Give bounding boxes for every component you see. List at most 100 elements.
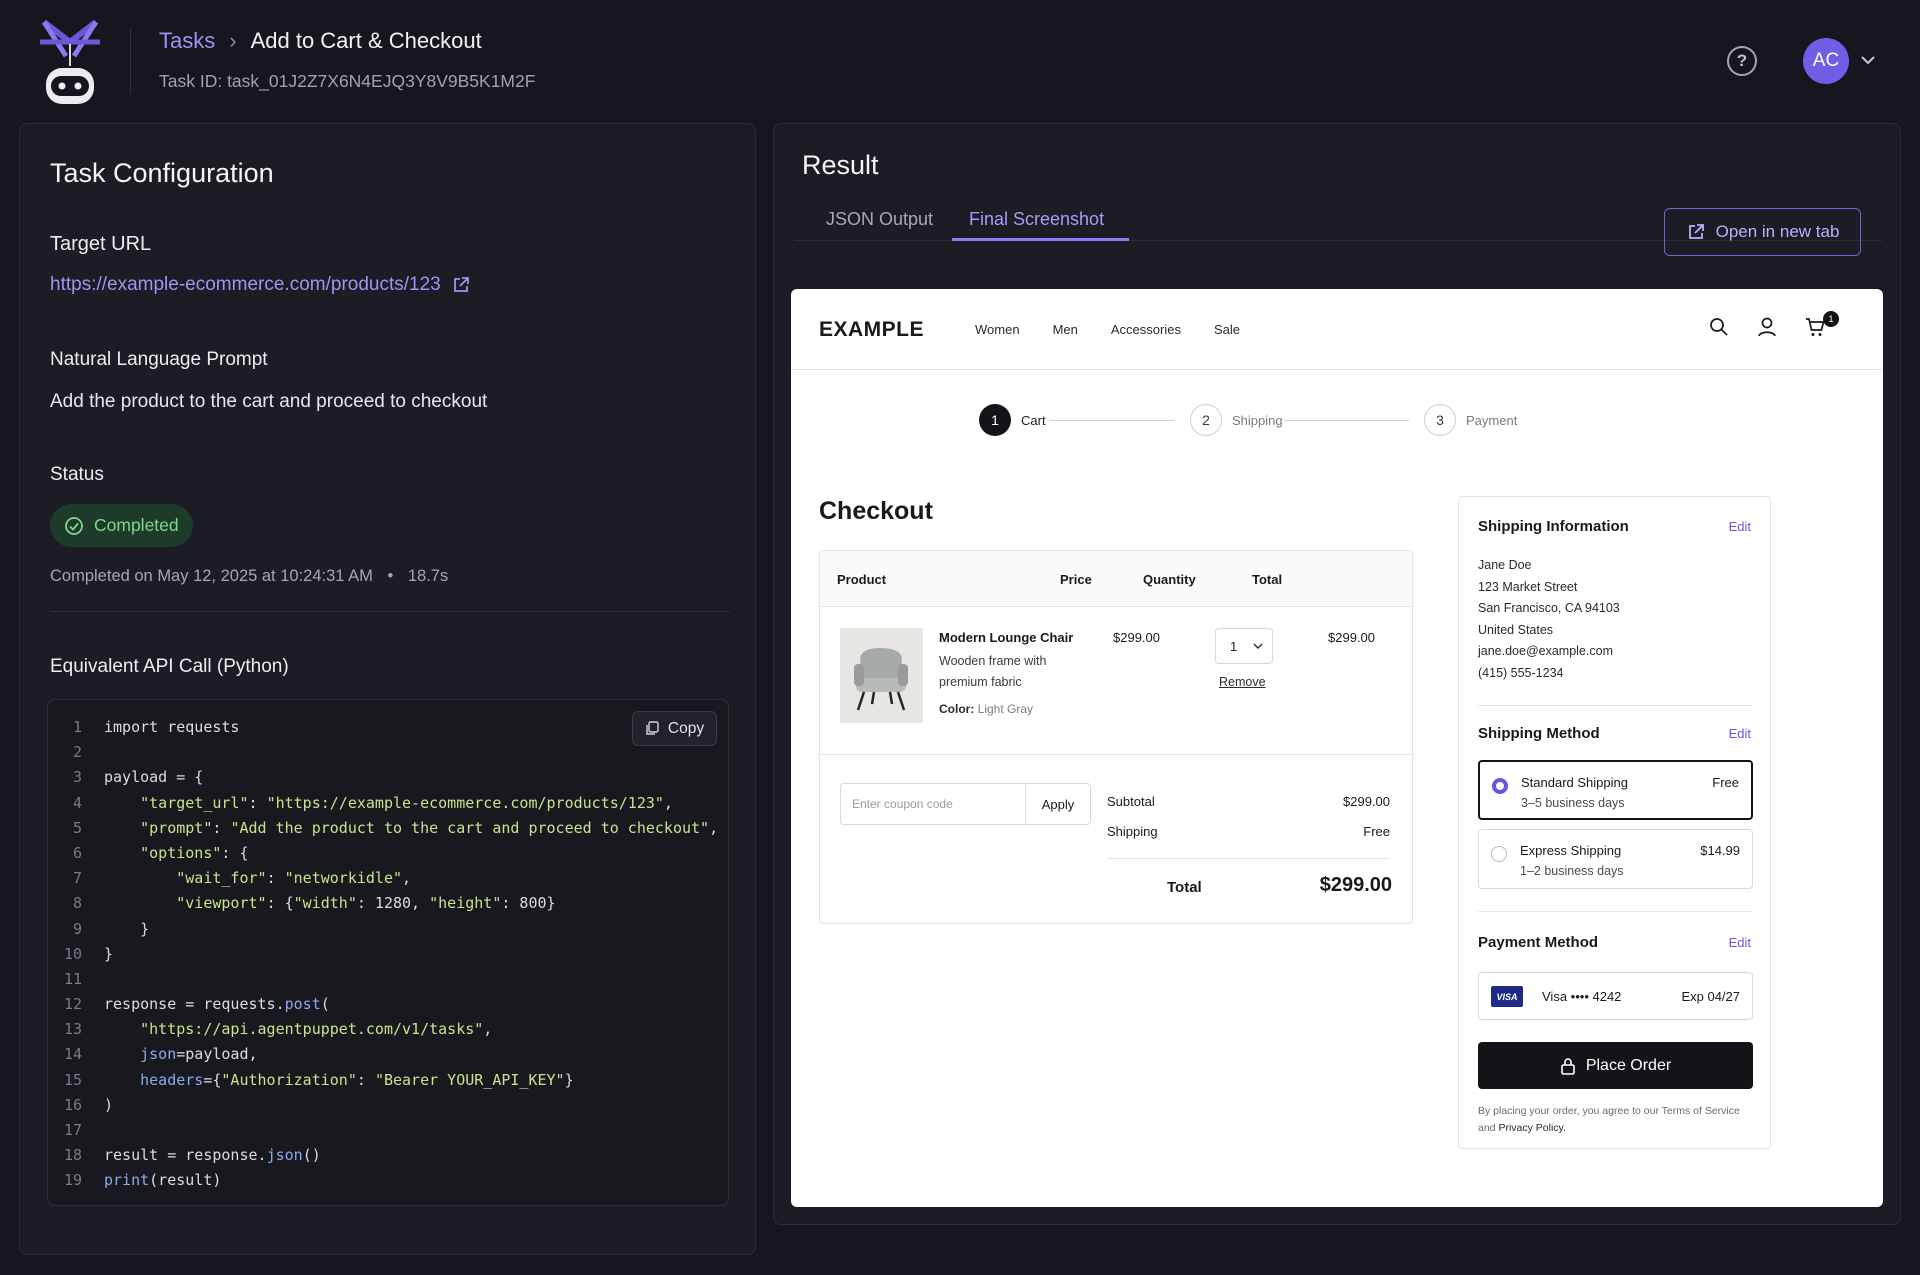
product-thumbnail[interactable] — [840, 628, 923, 723]
apply-coupon-button[interactable]: Apply — [1025, 783, 1091, 825]
radio-selected[interactable] — [1492, 778, 1508, 794]
external-link-icon — [1688, 224, 1704, 239]
code-line: 19 print(result) — [48, 1168, 728, 1193]
code-line: 5 "prompt": "Add the product to the cart… — [48, 816, 728, 841]
coupon-input[interactable]: Enter coupon code — [840, 783, 1025, 825]
line-number: 4 — [72, 793, 82, 812]
code-text: import requests — [104, 718, 240, 736]
address-email: jane.doe@example.com — [1478, 644, 1613, 658]
visa-icon: VISA — [1491, 986, 1523, 1007]
total-label: Total — [1167, 879, 1202, 896]
sidebar-divider — [1478, 911, 1753, 912]
status-label: Status — [50, 464, 104, 485]
task-id: Task ID: task_01J2Z7X6N4EJQ3Y8V9B5K1M2F — [159, 71, 536, 91]
code-line: 16) — [48, 1093, 728, 1118]
tab-final-screenshot[interactable]: Final Screenshot — [969, 209, 1104, 230]
express-shipping-time: 1–2 business days — [1520, 864, 1624, 878]
external-link-icon[interactable] — [451, 275, 471, 295]
chevron-down-icon — [1253, 643, 1263, 649]
nav-women[interactable]: Women — [975, 322, 1020, 337]
completed-timestamp: Completed on May 12, 2025 at 10:24:31 AM — [50, 567, 373, 585]
copy-icon — [646, 721, 659, 735]
place-order-button[interactable]: Place Order — [1478, 1042, 1753, 1089]
line-number: 2 — [72, 743, 82, 762]
robot-logo[interactable] — [40, 18, 100, 106]
nav-men[interactable]: Men — [1053, 322, 1078, 337]
status-badge: Completed — [50, 504, 193, 547]
target-url-text[interactable]: https://example-ecommerce.com/products/1… — [50, 274, 441, 296]
code-text: "prompt": "Add the product to the cart a… — [140, 818, 719, 837]
total-value: $299.00 — [1319, 874, 1392, 896]
step-shipping: 2 Shipping — [1190, 404, 1283, 436]
col-price: Price — [1060, 572, 1092, 587]
code-line: 2 — [48, 740, 728, 765]
chevron-down-icon[interactable] — [1860, 54, 1876, 66]
prompt-label: Natural Language Prompt — [50, 349, 268, 370]
nav-sale[interactable]: Sale — [1214, 322, 1240, 337]
privacy-policy-link[interactable]: Privacy Policy. — [1498, 1122, 1566, 1134]
step-cart: 1 Cart — [979, 404, 1046, 436]
lock-icon — [1561, 1057, 1575, 1075]
code-block: 1 import requests 2 3 payload = { 4 "target_… — [47, 699, 729, 1206]
code-text: json=payload, — [140, 1045, 258, 1064]
product-price: $299.00 — [1113, 630, 1160, 645]
line-number: 3 — [72, 768, 82, 787]
code-text: payload = { — [104, 768, 204, 787]
edit-shipping-info-link[interactable]: Edit — [1729, 519, 1751, 534]
open-in-new-tab-button[interactable]: Open in new tab — [1664, 208, 1861, 256]
remove-link[interactable]: Remove — [1219, 675, 1266, 689]
breadcrumb-current: Add to Cart & Checkout — [250, 28, 482, 53]
code-line: 7 "wait_for": "networkidle", — [48, 866, 728, 891]
edit-shipping-method-link[interactable]: Edit — [1729, 726, 1751, 741]
step-label: Payment — [1466, 412, 1518, 428]
code-text: response = requests.post( — [104, 995, 330, 1014]
breadcrumb-tasks-link[interactable]: Tasks — [159, 28, 215, 54]
avatar[interactable]: AC — [1803, 38, 1849, 84]
quantity-value: 1 — [1230, 638, 1238, 654]
target-url-link[interactable]: https://example-ecommerce.com/products/1… — [50, 274, 471, 296]
copy-button[interactable]: Copy — [632, 711, 717, 746]
line-number: 1 — [72, 718, 82, 736]
code-line: 4 "target_url": "https://example-ecommer… — [48, 791, 728, 816]
result-title: Result — [802, 150, 879, 180]
code-text: ) — [104, 1095, 114, 1114]
nav-accessories[interactable]: Accessories — [1111, 322, 1181, 337]
step-label: Cart — [1021, 412, 1046, 428]
address-name: Jane Doe — [1478, 558, 1532, 572]
result-panel: Result JSON Output Final Screenshot Open… — [773, 123, 1901, 1225]
line-number: 15 — [63, 1070, 82, 1089]
code-line: 11 — [48, 967, 728, 992]
edit-payment-link[interactable]: Edit — [1729, 935, 1751, 950]
col-product: Product — [837, 572, 887, 587]
code-text: "wait_for": "networkidle", — [176, 869, 412, 888]
card-expiry: Exp 04/27 — [1681, 989, 1740, 1004]
standard-shipping-option[interactable]: Standard Shipping 3–5 business days Free — [1478, 760, 1753, 820]
tab-json-output[interactable]: JSON Output — [826, 209, 933, 230]
code-line: 14 json=payload, — [48, 1042, 728, 1067]
completion-info: Completed on May 12, 2025 at 10:24:31 AM… — [50, 567, 449, 585]
cart-table-header: Product Price Quantity Total — [820, 551, 1412, 607]
line-number: 6 — [72, 843, 82, 862]
express-shipping-option[interactable]: Express Shipping 1–2 business days $14.9… — [1478, 829, 1753, 889]
product-name[interactable]: Modern Lounge Chair — [939, 630, 1073, 645]
final-screenshot: EXAMPLE Women Men Accessories Sale 1 1 C… — [791, 289, 1883, 1207]
breadcrumb: Tasks › Add to Cart & Checkout — [159, 28, 482, 54]
payment-card[interactable]: VISA Visa •••• 4242 Exp 04/27 — [1478, 972, 1753, 1020]
sidebar-divider — [1478, 705, 1753, 706]
copy-label: Copy — [667, 719, 705, 737]
color-label: Color: — [939, 702, 975, 716]
code-line: 6 "options": { — [48, 841, 728, 866]
radio-unselected[interactable] — [1491, 846, 1507, 862]
address-city: San Francisco, CA 94103 — [1478, 601, 1620, 615]
help-icon[interactable]: ? — [1727, 46, 1757, 76]
shop-navbar: EXAMPLE Women Men Accessories Sale 1 — [791, 289, 1883, 370]
shop-brand[interactable]: EXAMPLE — [819, 318, 924, 342]
terms-text: By placing your order, you agree to our … — [1478, 1103, 1758, 1137]
search-icon[interactable] — [1708, 316, 1730, 338]
user-icon[interactable] — [1756, 316, 1778, 338]
cart-table: Product Price Quantity Total Modern Loun… — [819, 550, 1413, 924]
quantity-select[interactable]: 1 — [1215, 628, 1273, 664]
code-line: 18 result = response.json() — [48, 1143, 728, 1168]
line-number: 11 — [63, 969, 82, 988]
col-total: Total — [1252, 572, 1283, 587]
